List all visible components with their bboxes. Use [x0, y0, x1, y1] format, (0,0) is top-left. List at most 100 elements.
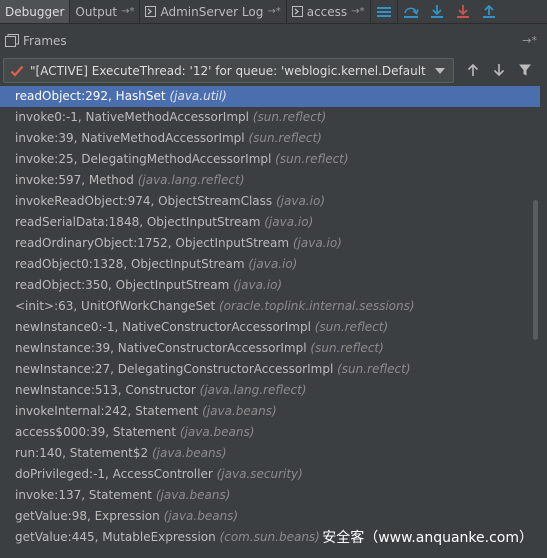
watermark: 安全客（www.anquanke.com） — [322, 530, 533, 546]
frame-row[interactable]: invokeReadObject:974, ObjectStreamClass … — [0, 191, 540, 212]
frame-method: invoke:137, Statement — [15, 488, 153, 502]
frame-row[interactable]: readOrdinaryObject:1752, ObjectInputStre… — [0, 233, 540, 254]
frame-row[interactable]: getValue:98, Expression (java.beans) — [0, 506, 540, 527]
frame-method: access$000:39, Statement — [15, 425, 177, 439]
scrollbar-thumb[interactable] — [533, 200, 538, 340]
frame-package: (sun.reflect) — [275, 152, 349, 166]
frame-method: <init>:63, UnitOfWorkChangeSet — [15, 299, 216, 313]
frame-package: (sun.reflect) — [252, 110, 327, 124]
frame-row[interactable]: readSerialData:1848, ObjectInputStream (… — [0, 212, 540, 233]
frame-method: doPrivileged:-1, AccessController — [15, 467, 213, 481]
frame-package: (java.io) — [292, 236, 342, 250]
frame-row[interactable]: invoke0:-1, NativeMethodAccessorImpl (su… — [0, 107, 540, 128]
tab-label: AdminServer Log — [160, 4, 264, 19]
frame-row[interactable]: newInstance:27, DelegatingConstructorAcc… — [0, 359, 540, 380]
frame-package: (sun.reflect) — [337, 362, 411, 376]
frame-row[interactable]: newInstance:39, NativeConstructorAccesso… — [0, 338, 540, 359]
pin-icon[interactable]: →* — [351, 6, 364, 17]
scrollbar-track[interactable] — [540, 86, 547, 558]
frame-method: readSerialData:1848, ObjectInputStream — [15, 215, 261, 229]
checkmark-icon — [10, 64, 24, 78]
frames-title: Frames — [23, 34, 67, 48]
step-out-icon[interactable] — [476, 0, 502, 23]
frame-row[interactable]: newInstance:513, Constructor (java.lang.… — [0, 380, 540, 401]
pin-icon[interactable]: →* — [267, 6, 280, 17]
pin-icon[interactable]: →* — [121, 6, 134, 17]
frame-method: invokeInternal:242, Statement — [15, 404, 199, 418]
frame-method: invoke0:-1, NativeMethodAccessorImpl — [15, 110, 249, 124]
frame-row[interactable]: readObject:350, ObjectInputStream (java.… — [0, 275, 540, 296]
step-into-icon[interactable] — [424, 0, 450, 23]
tab-access[interactable]: access →* — [287, 0, 370, 23]
tab-debugger[interactable]: Debugger — [0, 0, 70, 23]
frame-row[interactable]: newInstance0:-1, NativeConstructorAccess… — [0, 317, 540, 338]
frames-panel-header: Frames →* — [0, 29, 547, 53]
frame-package: (java.util) — [169, 89, 227, 103]
arrow-up-icon[interactable] — [465, 62, 481, 78]
frame-row[interactable]: doPrivileged:-1, AccessController (java.… — [0, 464, 540, 485]
frame-row[interactable]: readObject:292, HashSet (java.util) — [0, 86, 540, 107]
frame-package: (java.io) — [264, 215, 314, 229]
thread-selector-row: "[ACTIVE] ExecuteThread: '12' for queue:… — [0, 57, 547, 85]
frame-package: (oracle.toplink.internal.sessions) — [219, 299, 415, 313]
frame-package: (java.lang.reflect) — [199, 383, 307, 397]
frame-method: invokeReadObject:974, ObjectStreamClass — [15, 194, 273, 208]
frame-method: readObject:292, HashSet — [15, 89, 166, 103]
frame-package: (java.lang.reflect) — [137, 173, 245, 187]
frame-package: (sun.reflect) — [310, 341, 384, 355]
frames-list: readObject:292, HashSet (java.util) invo… — [0, 86, 540, 558]
restore-layout-icon[interactable]: →* — [522, 34, 537, 47]
tab-label: access — [306, 4, 348, 19]
frames-icon — [5, 34, 19, 48]
frame-package: (sun.reflect) — [314, 320, 389, 334]
frame-package: (java.beans) — [202, 404, 277, 418]
thread-selector-value: "[ACTIVE] ExecuteThread: '12' for queue:… — [30, 63, 430, 78]
frame-package: (com.sun.beans) — [219, 530, 320, 544]
frame-row[interactable]: invokeInternal:242, Statement (java.bean… — [0, 401, 540, 422]
frame-method: getValue:98, Expression — [15, 509, 160, 523]
frame-method: newInstance0:-1, NativeConstructorAccess… — [15, 320, 311, 334]
frame-method: getValue:445, MutableExpression — [15, 530, 216, 544]
frame-package: (java.beans) — [179, 425, 255, 439]
frame-row[interactable]: invoke:39, NativeMethodAccessorImpl (sun… — [0, 128, 540, 149]
tab-label: Output — [75, 4, 118, 19]
frame-row[interactable]: readObject0:1328, ObjectInputStream (jav… — [0, 254, 540, 275]
frame-row[interactable]: invoke:597, Method (java.lang.reflect) — [0, 170, 540, 191]
frame-method: invoke:39, NativeMethodAccessorImpl — [15, 131, 245, 145]
frame-method: readObject:350, ObjectInputStream — [15, 278, 230, 292]
filter-icon[interactable] — [517, 62, 533, 78]
frame-method: newInstance:513, Constructor — [15, 383, 196, 397]
frame-method: newInstance:27, DelegatingConstructorAcc… — [15, 362, 334, 376]
frame-package: (sun.reflect) — [248, 131, 322, 145]
frame-row[interactable]: run:140, Statement$2 (java.beans) — [0, 443, 540, 464]
arrow-down-icon[interactable] — [491, 62, 507, 78]
frame-package: (java.beans) — [155, 488, 231, 502]
thread-selector-dropdown[interactable]: "[ACTIVE] ExecuteThread: '12' for queue:… — [3, 58, 454, 83]
force-step-into-icon[interactable] — [450, 0, 476, 23]
tab-output[interactable]: Output →* — [70, 0, 139, 23]
frame-method: run:140, Statement$2 — [15, 446, 149, 460]
frame-row[interactable]: access$000:39, Statement (java.beans) — [0, 422, 540, 443]
menu-icon[interactable] — [371, 0, 397, 23]
tab-label: Debugger — [5, 4, 65, 19]
frame-row[interactable]: invoke:25, DelegatingMethodAccessorImpl … — [0, 149, 540, 170]
frame-row[interactable]: invoke:137, Statement (java.beans) — [0, 485, 540, 506]
tool-window-tabbar: Debugger Output →* AdminServer Log →* ac… — [0, 0, 547, 24]
frame-package: (java.beans) — [151, 446, 227, 460]
frame-package: (java.io) — [233, 278, 283, 292]
console-icon — [291, 6, 303, 17]
chevron-down-icon — [435, 68, 445, 74]
frame-method: invoke:25, DelegatingMethodAccessorImpl — [15, 152, 272, 166]
frame-package: (java.io) — [276, 194, 325, 208]
tab-adminserver-log[interactable]: AdminServer Log →* — [140, 0, 285, 23]
frame-method: readOrdinaryObject:1752, ObjectInputStre… — [15, 236, 290, 250]
console-icon — [145, 6, 157, 17]
frame-row[interactable]: <init>:63, UnitOfWorkChangeSet (oracle.t… — [0, 296, 540, 317]
frame-method: readObject0:1328, ObjectInputStream — [15, 257, 245, 271]
frame-package: (java.security) — [216, 467, 303, 481]
frame-method: invoke:597, Method — [15, 173, 134, 187]
frame-method: newInstance:39, NativeConstructorAccesso… — [15, 341, 307, 355]
frame-package: (java.io) — [248, 257, 298, 271]
step-over-icon[interactable] — [398, 0, 424, 23]
frame-package: (java.beans) — [163, 509, 239, 523]
